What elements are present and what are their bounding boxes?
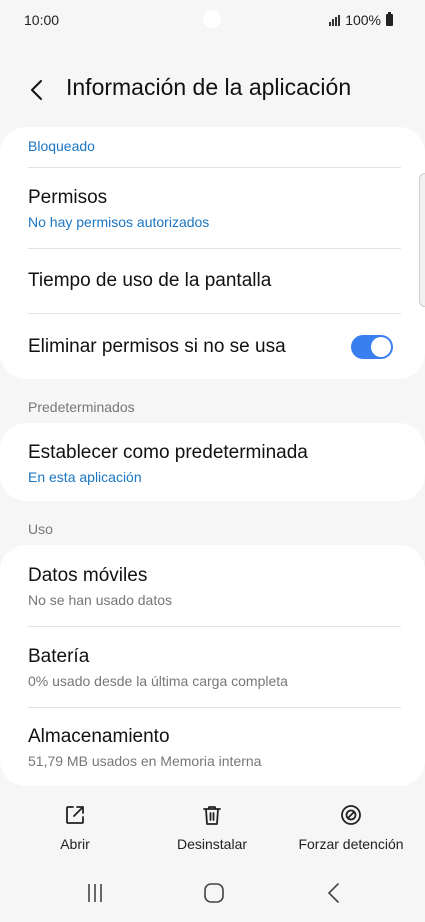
divider bbox=[28, 626, 401, 627]
set-default-title: Establecer como predeterminada bbox=[28, 442, 308, 463]
permissions-item[interactable]: Permisos No hay permisos autorizados bbox=[28, 187, 393, 230]
bottom-action-bar: Abrir Desinstalar Forzar detención bbox=[0, 798, 425, 858]
open-label: Abrir bbox=[60, 836, 90, 852]
uninstall-button[interactable]: Desinstalar bbox=[162, 798, 262, 852]
status-time: 10:00 bbox=[24, 12, 60, 28]
status-bar: 10:00 100% bbox=[0, 0, 425, 40]
set-default-item[interactable]: Establecer como predeterminada En esta a… bbox=[28, 442, 393, 485]
battery-item[interactable]: Batería 0% usado desde la última carga c… bbox=[28, 646, 393, 689]
battery-icon bbox=[386, 12, 393, 26]
battery-title: Batería bbox=[28, 646, 90, 667]
page-title: Información de la aplicación bbox=[66, 74, 352, 100]
blocked-status-row[interactable]: Bloqueado bbox=[28, 133, 393, 154]
app-bar: Información de la aplicación bbox=[0, 70, 425, 110]
force-stop-button[interactable]: Forzar detención bbox=[292, 798, 410, 852]
camera-cutout bbox=[203, 10, 221, 28]
storage-title: Almacenamiento bbox=[28, 726, 170, 747]
battery-level: 100% bbox=[345, 12, 381, 28]
chevron-left-icon bbox=[31, 80, 42, 100]
back-icon bbox=[328, 883, 339, 903]
blocked-status: Bloqueado bbox=[28, 138, 95, 154]
screen-time-item[interactable]: Tiempo de uso de la pantalla bbox=[28, 270, 393, 292]
signal-icon bbox=[329, 14, 341, 26]
permissions-card: Bloqueado Permisos No hay permisos autor… bbox=[0, 127, 425, 379]
status-right: 100% bbox=[329, 12, 393, 28]
block-icon bbox=[341, 805, 361, 825]
screen-time-title: Tiempo de uso de la pantalla bbox=[28, 270, 272, 291]
home-button[interactable] bbox=[203, 882, 225, 909]
divider bbox=[28, 167, 401, 168]
back-nav-button[interactable] bbox=[324, 882, 344, 909]
recents-icon bbox=[88, 884, 102, 902]
system-nav-bar bbox=[0, 874, 425, 914]
section-label-defaults: Predeterminados bbox=[28, 399, 135, 415]
remove-permissions-item[interactable]: Eliminar permisos si no se usa bbox=[28, 336, 393, 358]
section-label-usage: Uso bbox=[28, 521, 53, 537]
recents-button[interactable] bbox=[85, 882, 105, 909]
remove-permissions-title: Eliminar permisos si no se usa bbox=[28, 336, 286, 357]
open-external-icon bbox=[66, 806, 84, 824]
usage-card: Datos móviles No se han usado datos Bate… bbox=[0, 545, 425, 786]
trash-icon bbox=[203, 806, 221, 825]
storage-subtitle: 51,79 MB usados en Memoria interna bbox=[28, 753, 262, 769]
set-default-subtitle: En esta aplicación bbox=[28, 469, 142, 485]
force-stop-label: Forzar detención bbox=[298, 836, 404, 852]
defaults-card: Establecer como predeterminada En esta a… bbox=[0, 423, 425, 501]
permissions-title: Permisos bbox=[28, 187, 108, 208]
scrollbar[interactable] bbox=[419, 173, 425, 307]
battery-subtitle: 0% usado desde la última carga completa bbox=[28, 673, 288, 689]
storage-item[interactable]: Almacenamiento 51,79 MB usados en Memori… bbox=[28, 726, 393, 769]
permissions-subtitle: No hay permisos autorizados bbox=[28, 214, 210, 230]
divider bbox=[28, 707, 401, 708]
mobile-data-subtitle: No se han usado datos bbox=[28, 592, 172, 608]
mobile-data-title: Datos móviles bbox=[28, 565, 148, 586]
uninstall-label: Desinstalar bbox=[176, 836, 248, 852]
back-button[interactable] bbox=[26, 78, 50, 102]
mobile-data-item[interactable]: Datos móviles No se han usado datos bbox=[28, 565, 393, 608]
remove-permissions-toggle[interactable] bbox=[351, 335, 393, 359]
home-icon bbox=[204, 883, 224, 903]
divider bbox=[28, 313, 401, 314]
divider bbox=[28, 248, 401, 249]
open-button[interactable]: Abrir bbox=[35, 798, 115, 852]
